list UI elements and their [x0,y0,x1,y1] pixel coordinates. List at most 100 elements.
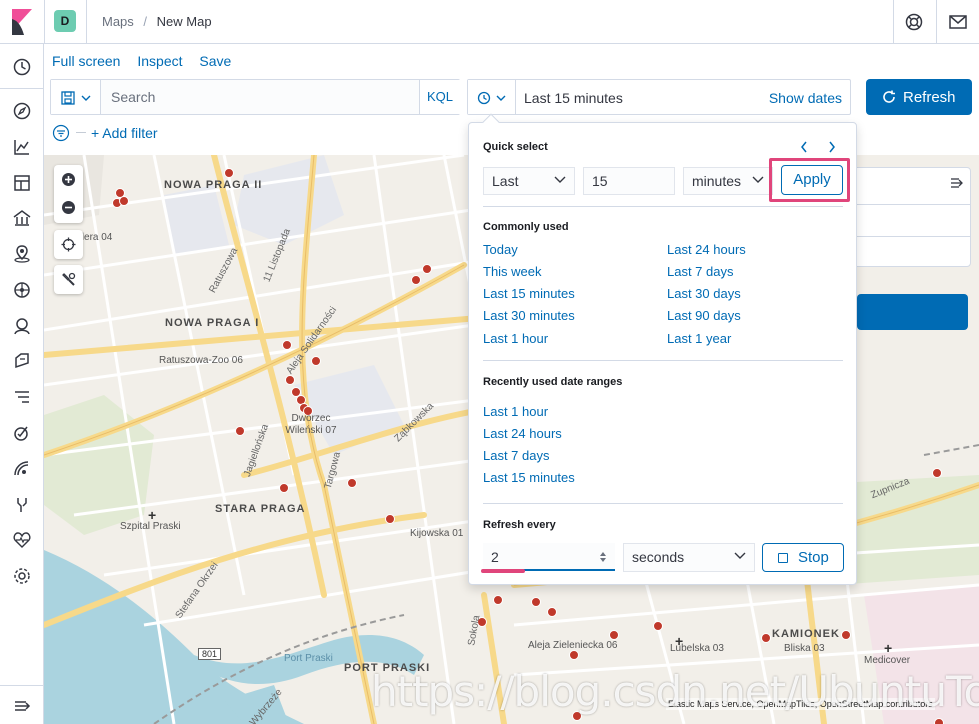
filter-options-icon[interactable] [52,124,70,142]
help-icon[interactable] [904,12,924,32]
map-marker[interactable] [282,340,292,350]
siem-icon[interactable] [12,459,32,479]
inspect-link[interactable]: Inspect [137,53,182,69]
canvas-icon[interactable] [12,208,32,228]
space-avatar[interactable]: D [54,10,76,32]
number-stepper-icon[interactable] [599,551,607,563]
map-marker[interactable] [291,387,301,397]
quick-select-title: Quick select [483,141,548,153]
unit-select[interactable]: minutes [683,167,773,195]
query-language-button[interactable]: KQL [419,80,460,114]
map-marker[interactable] [841,630,851,640]
map-marker[interactable] [279,483,289,493]
collapse-panel-icon[interactable] [950,176,964,188]
place-port-praski-water: Port Praski [284,653,333,664]
map-marker[interactable] [531,597,541,607]
search-input[interactable] [101,80,419,114]
zoom-in-button[interactable] [54,165,83,194]
map-marker[interactable] [932,468,942,478]
map-marker[interactable] [934,718,944,724]
save-link[interactable]: Save [199,53,231,69]
common-range-last-30-minutes[interactable]: Last 30 minutes [483,308,575,323]
map-marker[interactable] [493,595,503,605]
place-kijowska: Kijowska 01 [410,528,464,539]
refresh-button[interactable]: Refresh [866,79,972,115]
map-marker[interactable] [547,607,557,617]
set-view-button[interactable] [54,230,83,259]
add-filter-link[interactable]: + Add filter [91,125,158,141]
full-screen-link[interactable]: Full screen [52,53,120,69]
recent-range-item[interactable]: Last 24 hours [483,426,562,441]
common-range-last-90-days[interactable]: Last 90 days [667,308,741,323]
apply-button[interactable]: Apply [781,165,843,195]
map-marker[interactable] [347,478,357,488]
logs-icon[interactable] [12,351,32,371]
tense-select[interactable]: Last [483,167,575,195]
date-range-text[interactable]: Last 15 minutes [524,90,623,106]
uptime-icon[interactable] [12,423,32,443]
kibana-logo-icon[interactable] [10,9,34,35]
saved-query-button[interactable] [51,80,101,114]
stop-label: Stop [798,549,829,566]
recent-range-item[interactable]: Last 7 days [483,448,550,463]
common-range-this-week[interactable]: This week [483,264,542,279]
stop-refresh-button[interactable]: Stop [762,543,844,572]
map-marker[interactable] [385,514,395,524]
watermark-text: https://blog.csdn.net/UbuntuTouch [371,667,979,716]
quick-select-button[interactable] [468,80,516,114]
interval-highlight-underline [481,569,525,573]
map-marker[interactable] [235,426,245,436]
dashboard-icon[interactable] [12,173,32,193]
hospital-icon: + [675,633,684,649]
common-range-last-15-minutes[interactable]: Last 15 minutes [483,286,575,301]
recent-range-item[interactable]: Last 1 hour [483,404,548,419]
draw-tools-button[interactable] [54,265,83,294]
apm-icon[interactable] [12,387,32,407]
common-range-last-7-days[interactable]: Last 7 days [667,264,734,279]
machine-learning-icon[interactable] [12,280,32,300]
infrastructure-icon[interactable] [12,316,32,336]
map-marker[interactable] [119,196,129,206]
common-range-last-30-days[interactable]: Last 30 days [667,286,741,301]
district-nowa-praga-i: NOWA PRAGA I [165,317,260,329]
common-range-last-1-year[interactable]: Last 1 year [667,331,731,346]
show-dates-link[interactable]: Show dates [769,90,842,106]
refresh-label: Refresh [903,89,956,106]
zoom-out-button[interactable] [54,194,83,223]
map-marker[interactable] [569,650,579,660]
quantity-input[interactable]: 15 [583,167,675,195]
breadcrumb-separator: / [143,14,148,29]
map-marker[interactable] [285,375,295,385]
chevron-right-icon[interactable] [827,140,837,154]
refresh-icon [883,90,895,103]
recent-range-item[interactable]: Last 15 minutes [483,470,575,485]
management-gear-icon[interactable] [12,566,32,586]
map-marker[interactable] [761,633,771,643]
discover-compass-icon[interactable] [12,101,32,121]
add-layer-button[interactable] [857,294,968,330]
map-marker[interactable] [311,356,321,366]
map-marker[interactable] [609,630,619,640]
maps-icon[interactable] [12,244,32,264]
filter-divider [76,132,86,133]
map-marker[interactable] [653,621,663,631]
recently-viewed-clock-icon[interactable] [12,57,32,77]
map-marker[interactable] [411,275,421,285]
crosshair-icon [61,237,76,252]
map-marker[interactable] [224,168,234,178]
common-range-last-1-hour[interactable]: Last 1 hour [483,331,548,346]
tense-value: Last [492,173,519,189]
dev-tools-icon[interactable] [12,495,32,515]
visualize-chart-icon[interactable] [12,137,32,157]
refresh-interval-input[interactable]: 2 [483,543,615,571]
chevron-left-icon[interactable] [799,140,809,154]
dock-navigation-icon[interactable] [12,696,32,716]
common-range-today[interactable]: Today [483,242,518,257]
common-range-last-24-hours[interactable]: Last 24 hours [667,242,746,257]
breadcrumb-maps[interactable]: Maps [102,14,134,29]
map-marker[interactable] [422,264,432,274]
top-menu: Full screen Inspect Save [52,53,244,69]
monitoring-heartbeat-icon[interactable] [12,530,32,550]
refresh-unit-select[interactable]: seconds [623,543,755,572]
mail-icon[interactable] [948,12,968,32]
